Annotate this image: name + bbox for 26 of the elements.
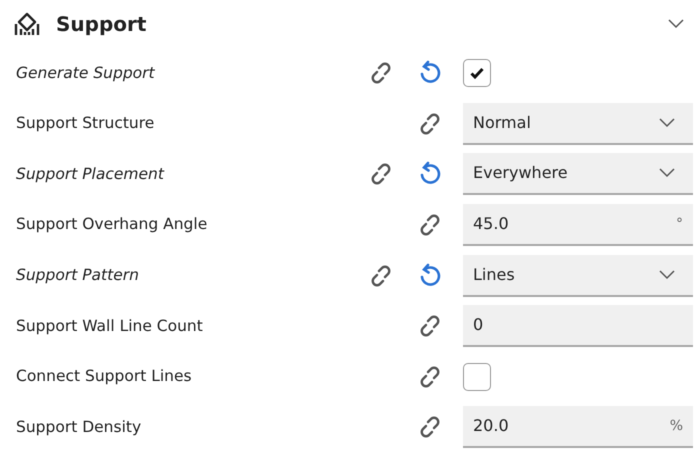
reset-icon[interactable] [418,262,442,289]
setting-label: Support Density [16,416,142,438]
chevron-down-icon[interactable] [668,19,684,29]
chevron-down-icon [659,270,675,280]
setting-label: Support Wall Line Count [16,316,204,337]
checkbox[interactable] [463,59,491,88]
setting-label: Support Overhang Angle [16,214,208,236]
unit-label: % [670,416,683,436]
number-field[interactable]: 0 [463,305,693,348]
number-field[interactable]: 45.0 ° [463,204,693,246]
setting-label: Connect Support Lines [16,366,193,388]
unit-label: ° [676,214,683,234]
setting-label: Support Pattern [16,265,140,286]
section-title: Support [56,11,146,38]
number-field[interactable]: 20.0 % [463,406,693,448]
dropdown[interactable]: Everywhere [463,153,693,196]
checkmark-icon [470,67,484,80]
dropdown[interactable]: Lines [463,254,693,297]
dropdown[interactable]: Normal [463,102,693,145]
support-icon [14,12,40,36]
chevron-down-icon [659,118,675,128]
setting-label: Support Placement [16,164,166,185]
checkbox[interactable] [463,362,491,391]
setting-label: Support Structure [16,113,156,134]
chevron-down-icon [659,168,675,178]
setting-label: Generate Support [16,62,156,84]
